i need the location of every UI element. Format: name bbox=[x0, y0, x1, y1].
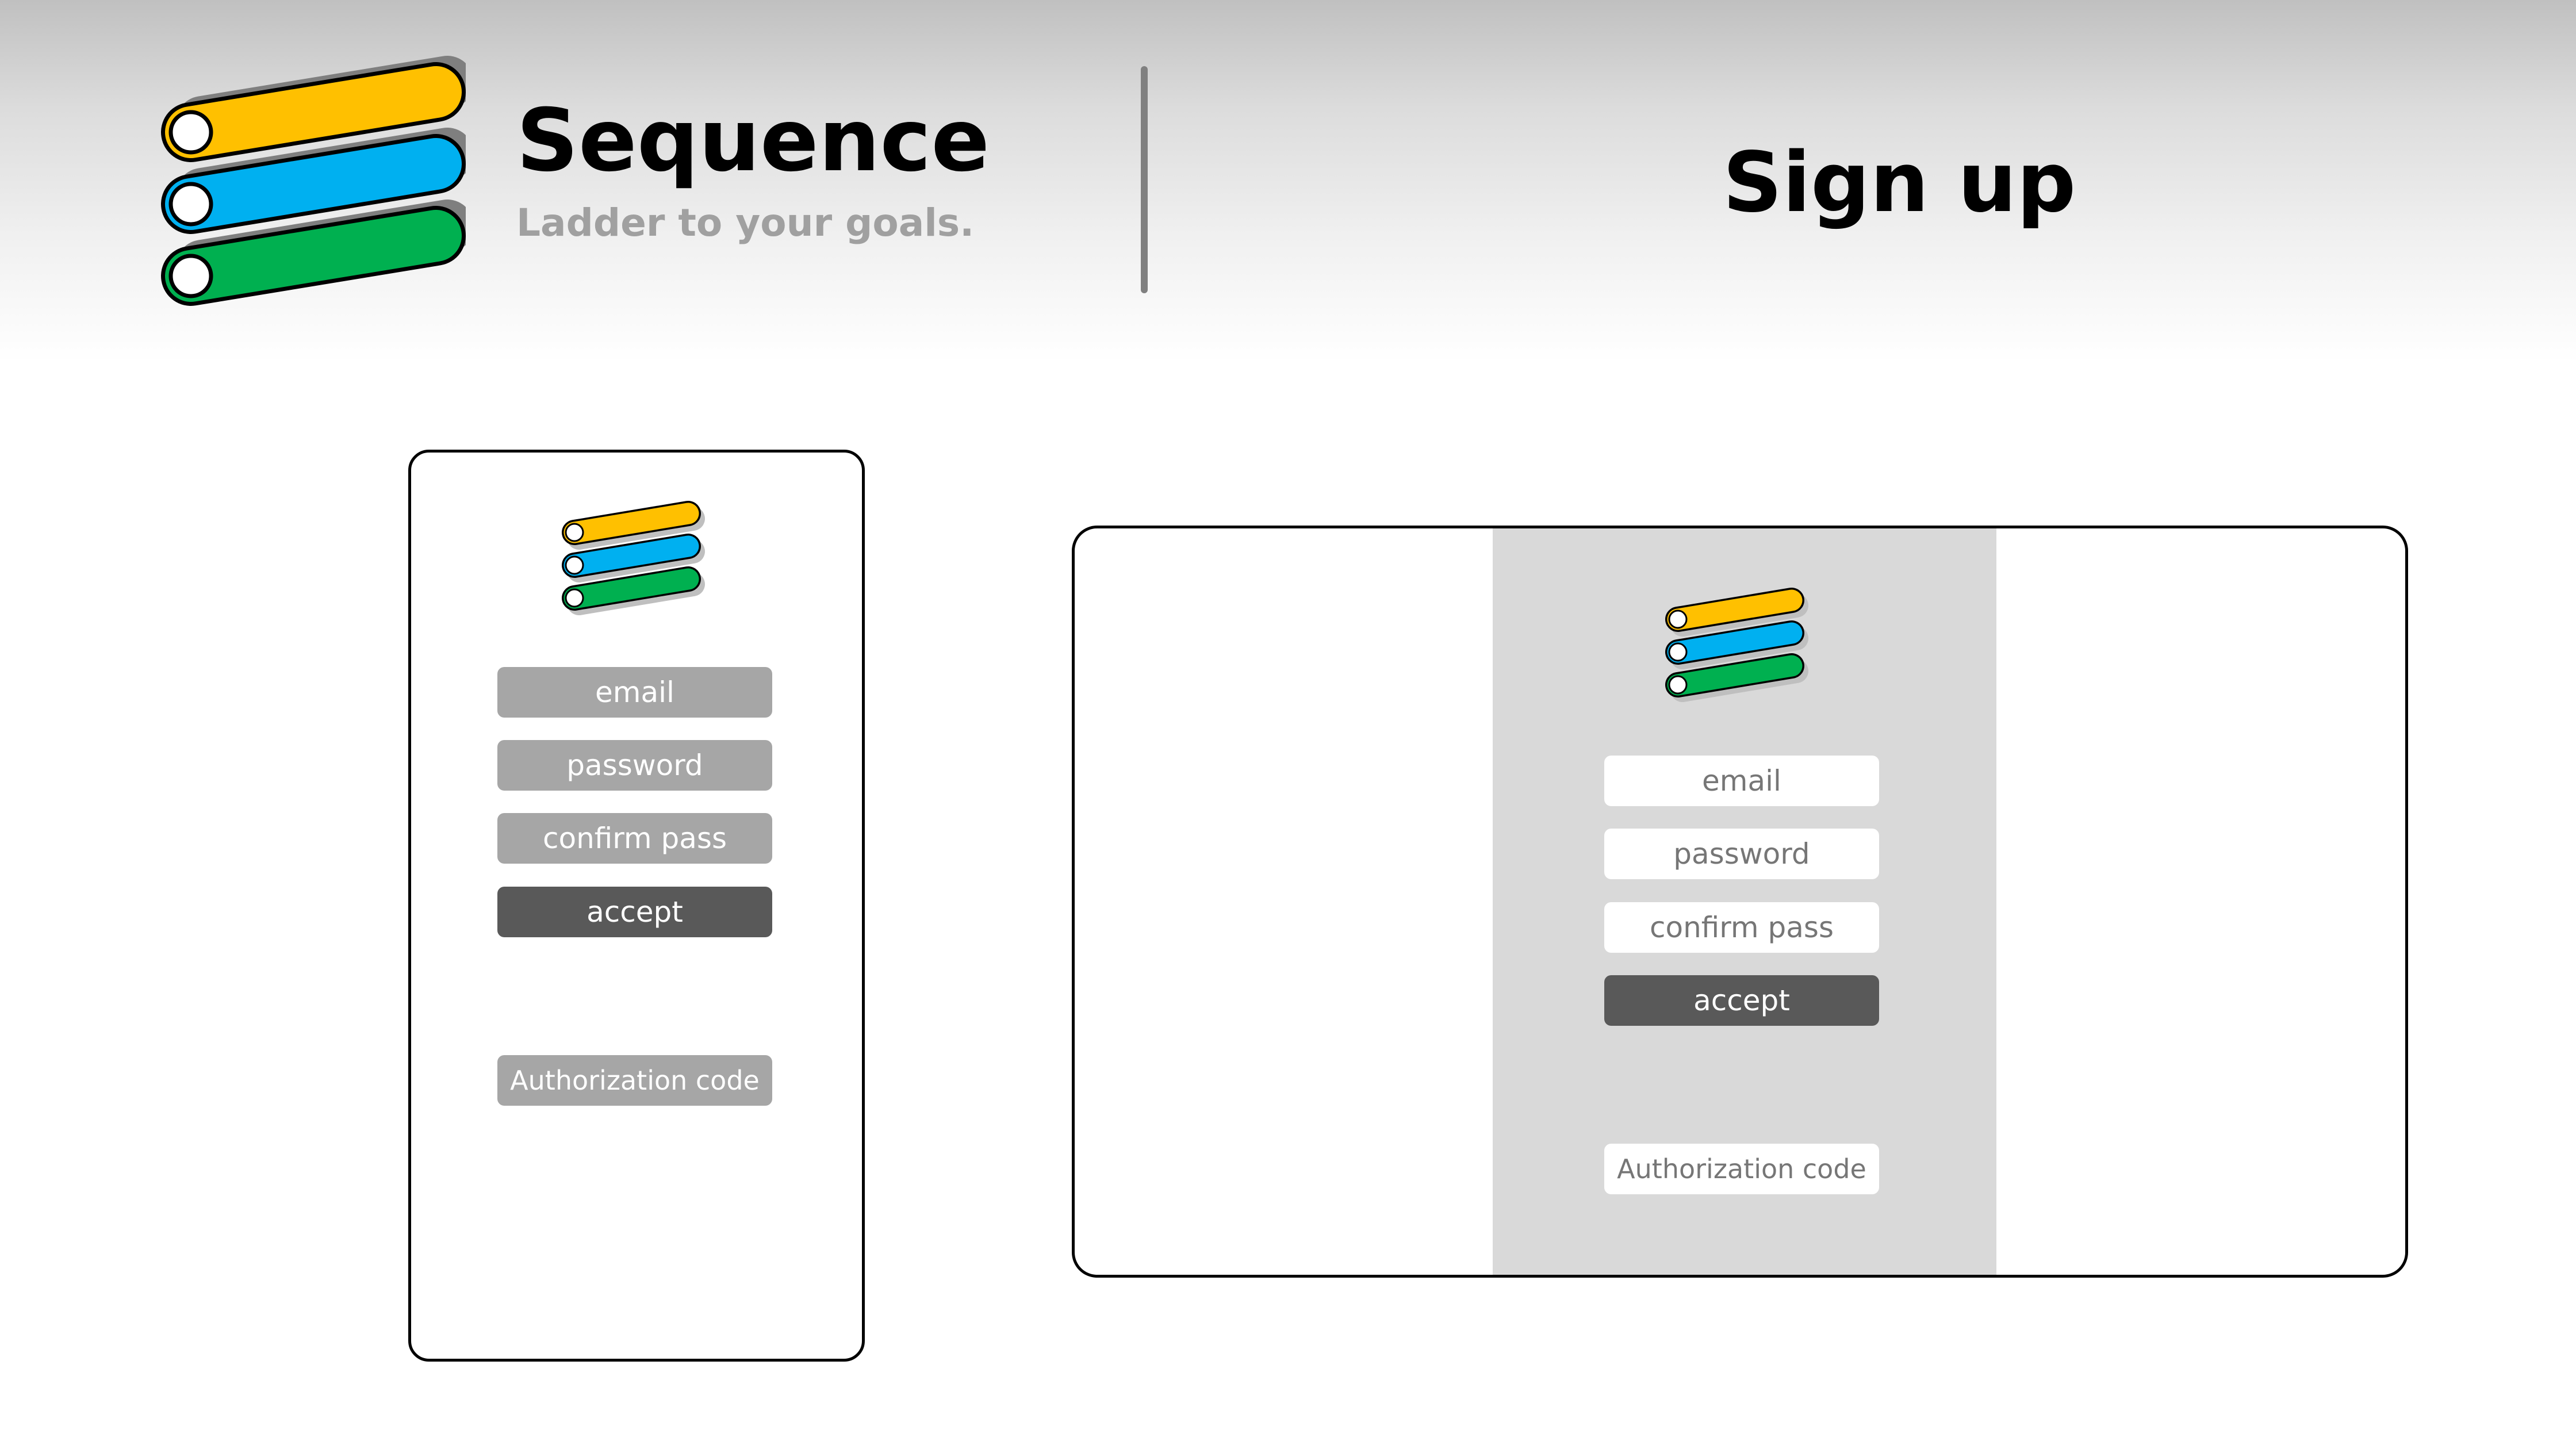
confirm-password-field[interactable]: confirm pass bbox=[497, 813, 772, 864]
email-field[interactable]: email bbox=[1604, 756, 1879, 806]
header: Sequence Ladder to your goals. Sign up bbox=[0, 0, 2576, 362]
mobile-signup-frame: email password confirm pass accept Autho… bbox=[408, 450, 865, 1362]
brand-tagline: Ladder to your goals. bbox=[516, 201, 975, 245]
desktop-signup-frame: email password confirm pass accept Autho… bbox=[1072, 526, 2408, 1278]
accept-button[interactable]: accept bbox=[497, 887, 772, 937]
email-field[interactable]: email bbox=[497, 667, 772, 718]
sequence-logo-icon bbox=[1665, 588, 1808, 702]
sequence-logo-icon bbox=[161, 56, 466, 306]
authorization-code-field[interactable]: Authorization code bbox=[497, 1055, 772, 1106]
page-title: Sign up bbox=[1723, 134, 2076, 231]
brand-name: Sequence bbox=[516, 91, 990, 191]
authorization-code-field[interactable]: Authorization code bbox=[1604, 1144, 1879, 1194]
signup-panel: email password confirm pass accept Autho… bbox=[1493, 528, 1996, 1275]
password-field[interactable]: password bbox=[1604, 829, 1879, 879]
password-field[interactable]: password bbox=[497, 740, 772, 791]
header-divider bbox=[1141, 66, 1148, 293]
sequence-logo-icon bbox=[562, 501, 705, 615]
accept-button[interactable]: accept bbox=[1604, 975, 1879, 1026]
confirm-password-field[interactable]: confirm pass bbox=[1604, 902, 1879, 953]
